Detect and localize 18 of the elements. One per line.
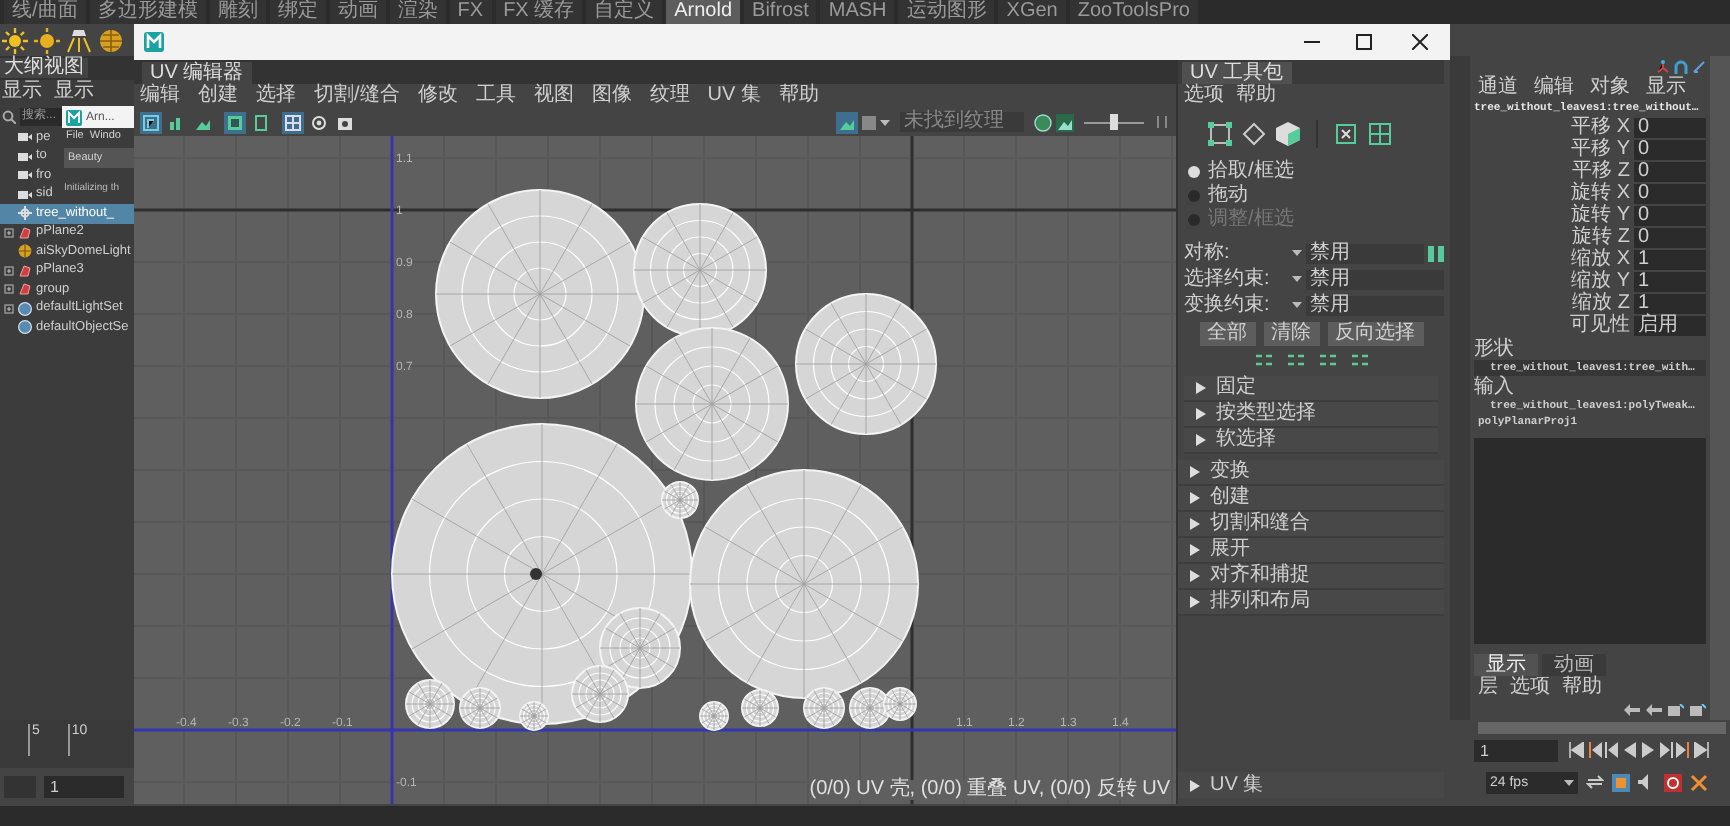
attribute-label: 旋转 Z xyxy=(1572,227,1630,247)
field-label: 对称: xyxy=(1184,243,1232,263)
field-label: 变换约束: xyxy=(1184,295,1272,315)
attribute-label: 平移 X xyxy=(1571,117,1630,137)
attribute-label: 可见性 xyxy=(1570,315,1630,335)
attribute-label: 缩放 Z xyxy=(1572,293,1630,313)
radio-label: 拾取/框选 xyxy=(1208,162,1294,182)
attribute-label: 平移 Y xyxy=(1571,139,1630,159)
uv-status-text: (0/0) UV 壳, (0/0) 重叠 UV, (0/0) 反转 UV xyxy=(809,780,1170,800)
attribute-label: 缩放 X xyxy=(1571,249,1630,269)
field-label: 选择约束: xyxy=(1184,269,1272,289)
attribute-label: 旋转 Y xyxy=(1571,205,1630,225)
radio-label: 拖动 xyxy=(1208,186,1248,206)
section-heading: 形状 xyxy=(1474,338,1516,360)
attribute-label: 旋转 X xyxy=(1571,183,1630,203)
attribute-label: 缩放 Y xyxy=(1571,271,1630,291)
section-heading: 输入 xyxy=(1474,376,1516,398)
attribute-label: 平移 Z xyxy=(1572,161,1630,181)
